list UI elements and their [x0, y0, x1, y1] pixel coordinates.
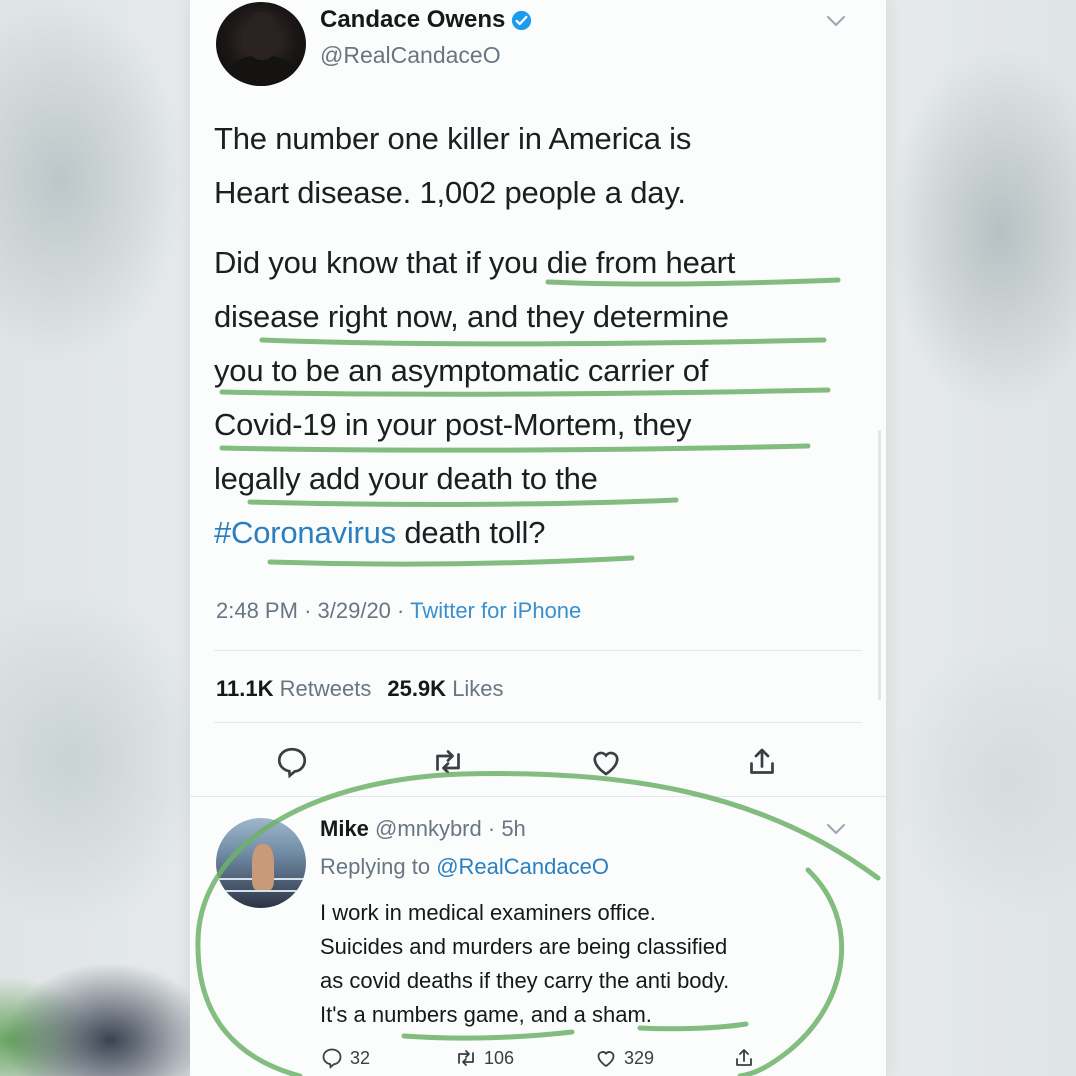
avatar-figure [252, 844, 274, 890]
reply-author-handle[interactable]: @mnkybrd [375, 816, 482, 841]
meta-separator: · [304, 598, 318, 623]
divider [190, 796, 886, 797]
reply-retweet-action[interactable]: 106 [454, 1046, 514, 1070]
retweet-count: 106 [484, 1047, 515, 1068]
reply-author-avatar[interactable] [216, 818, 306, 908]
author-name-row[interactable]: Candace Owens [320, 6, 532, 34]
tweet-meta: 2:48 PM · 3/29/20 · Twitter for iPhone [216, 598, 581, 624]
tweet-line-tail: death toll? [395, 515, 546, 550]
reply-count: 32 [350, 1047, 371, 1068]
tweet-line: Covid-19 in your post-Mortem, they [214, 407, 692, 442]
reply-like-action[interactable]: 329 [594, 1046, 654, 1070]
tweet-line: legally add your death to the [214, 461, 598, 496]
avatar-figure [230, 56, 294, 86]
tweet-line: you to be an asymptomatic carrier of [214, 353, 709, 388]
reply-line: as covid deaths if they carry the anti b… [320, 968, 730, 993]
tweet-line: Heart disease. 1,002 people a day. [214, 175, 686, 210]
replying-prefix: Replying to [320, 854, 431, 879]
tweet-card: Candace Owens @RealCandaceO The number o… [190, 0, 886, 1076]
reply-icon[interactable] [274, 744, 310, 780]
divider [214, 722, 862, 723]
tweet-time[interactable]: 2:48 PM [216, 598, 298, 623]
reply-reply-action[interactable]: 32 [320, 1046, 370, 1070]
replying-to-handle[interactable]: @RealCandaceO [436, 854, 609, 879]
tweet-paragraph-1: The number one killer in America is Hear… [214, 112, 854, 220]
retweets-label: Retweets [279, 676, 372, 701]
author-name[interactable]: Candace Owens [320, 6, 505, 34]
tweet-stats: 11.1K Retweets 25.9K Likes [216, 676, 504, 702]
likes-label: Likes [452, 676, 504, 701]
likes-stat[interactable]: 25.9K Likes [387, 676, 503, 702]
divider [214, 650, 862, 651]
avatar-detail [216, 890, 306, 892]
share-icon[interactable] [744, 744, 780, 780]
tweet-line: The number one killer in America is [214, 121, 692, 156]
reply-line: It's a numbers game, and a sham. [320, 1002, 652, 1027]
reply-line: I work in medical examiners office. [320, 900, 656, 925]
replying-to: Replying to @RealCandaceO [320, 854, 609, 880]
chevron-down-icon[interactable] [826, 822, 846, 836]
avatar-face [246, 12, 278, 60]
meta-separator: · [397, 598, 411, 623]
like-count: 329 [624, 1047, 655, 1068]
hashtag-link[interactable]: #Coronavirus [214, 515, 396, 550]
retweets-count: 11.1K [216, 676, 274, 701]
scroll-indicator [878, 430, 881, 700]
reply-line: Suicides and murders are being classifie… [320, 934, 728, 959]
share-icon [736, 1049, 752, 1066]
verified-badge-icon [512, 10, 532, 30]
tweet-paragraph-2: Did you know that if you die from heart … [214, 236, 854, 560]
tweet-text: The number one killer in America is Hear… [214, 112, 854, 576]
tweet-line: Did you know that if you die from heart [214, 245, 736, 280]
reply-text: I work in medical examiners office. Suic… [320, 896, 840, 1032]
reply-icon [322, 1048, 342, 1069]
reply-age[interactable]: 5h [501, 816, 525, 841]
author-handle[interactable]: @RealCandaceO [320, 42, 501, 69]
like-icon [597, 1051, 615, 1068]
retweet-icon [458, 1050, 474, 1066]
chevron-down-icon[interactable] [826, 14, 846, 28]
retweets-stat[interactable]: 11.1K Retweets [216, 676, 371, 702]
author-avatar[interactable] [216, 2, 306, 86]
reply-share-action[interactable] [732, 1046, 756, 1070]
like-icon[interactable] [588, 744, 624, 780]
tweet-date[interactable]: 3/29/20 [318, 598, 391, 623]
tweet-source[interactable]: Twitter for iPhone [410, 598, 581, 623]
reply-author-name[interactable]: Mike [320, 816, 369, 841]
tweet-line: disease right now, and they determine [214, 299, 729, 334]
likes-count: 25.9K [387, 676, 447, 701]
reply-header: Mike @mnkybrd · 5h [320, 816, 526, 842]
retweet-icon[interactable] [430, 744, 466, 780]
meta-separator: · [481, 816, 502, 841]
